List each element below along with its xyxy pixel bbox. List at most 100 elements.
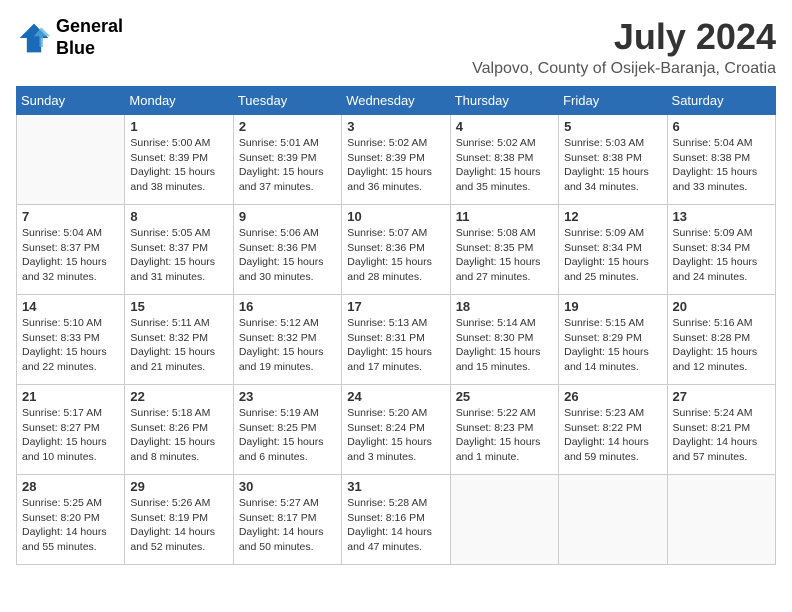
cell-info: Sunrise: 5:09 AMSunset: 8:34 PMDaylight:… bbox=[673, 226, 770, 285]
day-header-saturday: Saturday bbox=[667, 87, 775, 115]
calendar-cell: 12 Sunrise: 5:09 AMSunset: 8:34 PMDayligh… bbox=[559, 205, 667, 295]
cell-info: Sunrise: 5:10 AMSunset: 8:33 PMDaylight:… bbox=[22, 316, 119, 375]
calendar-cell: 26 Sunrise: 5:23 AMSunset: 8:22 PMDayligh… bbox=[559, 385, 667, 475]
cell-info: Sunrise: 5:27 AMSunset: 8:17 PMDaylight:… bbox=[239, 496, 336, 555]
day-number: 11 bbox=[456, 209, 553, 224]
cell-info: Sunrise: 5:20 AMSunset: 8:24 PMDaylight:… bbox=[347, 406, 444, 465]
day-header-thursday: Thursday bbox=[450, 87, 558, 115]
calendar-cell: 20Sunrise: 5:16 AMSunset: 8:28 PMDayligh… bbox=[667, 295, 775, 385]
day-number: 19 bbox=[564, 299, 661, 314]
calendar-cell: 23 Sunrise: 5:19 AMSunset: 8:25 PMDayligh… bbox=[233, 385, 341, 475]
logo-blue: Blue bbox=[56, 38, 123, 60]
cell-info: Sunrise: 5:23 AMSunset: 8:22 PMDaylight:… bbox=[564, 406, 661, 465]
calendar-cell: 1 Sunrise: 5:00 AMSunset: 8:39 PMDaylight… bbox=[125, 115, 233, 205]
cell-info: Sunrise: 5:03 AMSunset: 8:38 PMDaylight:… bbox=[564, 136, 661, 195]
day-number: 29 bbox=[130, 479, 227, 494]
cell-info: Sunrise: 5:02 AMSunset: 8:39 PMDaylight:… bbox=[347, 136, 444, 195]
day-number: 21 bbox=[22, 389, 119, 404]
day-number: 8 bbox=[130, 209, 227, 224]
calendar-cell: 4 Sunrise: 5:02 AMSunset: 8:38 PMDaylight… bbox=[450, 115, 558, 205]
day-number: 24 bbox=[347, 389, 444, 404]
title-area: July 2024 Valpovo, County of Osijek-Bara… bbox=[472, 16, 776, 78]
calendar-cell: 24 Sunrise: 5:20 AMSunset: 8:24 PMDayligh… bbox=[342, 385, 450, 475]
day-number: 25 bbox=[456, 389, 553, 404]
day-number: 9 bbox=[239, 209, 336, 224]
cell-info: Sunrise: 5:05 AMSunset: 8:37 PMDaylight:… bbox=[130, 226, 227, 285]
calendar-cell: 18 Sunrise: 5:14 AMSunset: 8:30 PMDayligh… bbox=[450, 295, 558, 385]
day-number: 18 bbox=[456, 299, 553, 314]
calendar-cell: 17 Sunrise: 5:13 AMSunset: 8:31 PMDayligh… bbox=[342, 295, 450, 385]
day-number: 16 bbox=[239, 299, 336, 314]
cell-info: Sunrise: 5:08 AMSunset: 8:35 PMDaylight:… bbox=[456, 226, 553, 285]
day-number: 4 bbox=[456, 119, 553, 134]
calendar-week-row: 7Sunrise: 5:04 AMSunset: 8:37 PMDaylight… bbox=[17, 205, 776, 295]
calendar-cell bbox=[559, 475, 667, 565]
calendar-cell: 16 Sunrise: 5:12 AMSunset: 8:32 PMDayligh… bbox=[233, 295, 341, 385]
calendar-cell: 3Sunrise: 5:02 AMSunset: 8:39 PMDaylight… bbox=[342, 115, 450, 205]
day-number: 10 bbox=[347, 209, 444, 224]
cell-info: Sunrise: 5:04 AMSunset: 8:38 PMDaylight:… bbox=[673, 136, 770, 195]
cell-info: Sunrise: 5:26 AMSunset: 8:19 PMDaylight:… bbox=[130, 496, 227, 555]
calendar-cell: 11 Sunrise: 5:08 AMSunset: 8:35 PMDayligh… bbox=[450, 205, 558, 295]
day-number: 5 bbox=[564, 119, 661, 134]
cell-info: Sunrise: 5:11 AMSunset: 8:32 PMDaylight:… bbox=[130, 316, 227, 375]
calendar-cell: 19 Sunrise: 5:15 AMSunset: 8:29 PMDayligh… bbox=[559, 295, 667, 385]
calendar-cell: 31 Sunrise: 5:28 AMSunset: 8:16 PMDayligh… bbox=[342, 475, 450, 565]
cell-info: Sunrise: 5:18 AMSunset: 8:26 PMDaylight:… bbox=[130, 406, 227, 465]
calendar-week-row: 14Sunrise: 5:10 AMSunset: 8:33 PMDayligh… bbox=[17, 295, 776, 385]
day-number: 7 bbox=[22, 209, 119, 224]
cell-info: Sunrise: 5:24 AMSunset: 8:21 PMDaylight:… bbox=[673, 406, 770, 465]
calendar-cell: 21 Sunrise: 5:17 AMSunset: 8:27 PMDayligh… bbox=[17, 385, 125, 475]
day-number: 1 bbox=[130, 119, 227, 134]
day-header-friday: Friday bbox=[559, 87, 667, 115]
cell-info: Sunrise: 5:19 AMSunset: 8:25 PMDaylight:… bbox=[239, 406, 336, 465]
calendar-cell: 6 Sunrise: 5:04 AMSunset: 8:38 PMDaylight… bbox=[667, 115, 775, 205]
cell-info: Sunrise: 5:09 AMSunset: 8:34 PMDaylight:… bbox=[564, 226, 661, 285]
calendar-cell: 8 Sunrise: 5:05 AMSunset: 8:37 PMDaylight… bbox=[125, 205, 233, 295]
cell-info: Sunrise: 5:13 AMSunset: 8:31 PMDaylight:… bbox=[347, 316, 444, 375]
calendar-cell: 28Sunrise: 5:25 AMSunset: 8:20 PMDayligh… bbox=[17, 475, 125, 565]
day-number: 17 bbox=[347, 299, 444, 314]
calendar-week-row: 28Sunrise: 5:25 AMSunset: 8:20 PMDayligh… bbox=[17, 475, 776, 565]
calendar-cell bbox=[450, 475, 558, 565]
calendar-week-row: 21 Sunrise: 5:17 AMSunset: 8:27 PMDayligh… bbox=[17, 385, 776, 475]
day-number: 27 bbox=[673, 389, 770, 404]
calendar-cell bbox=[667, 475, 775, 565]
day-number: 13 bbox=[673, 209, 770, 224]
calendar-cell: 9 Sunrise: 5:06 AMSunset: 8:36 PMDaylight… bbox=[233, 205, 341, 295]
calendar-header-row: SundayMondayTuesdayWednesdayThursdayFrid… bbox=[17, 87, 776, 115]
cell-info: Sunrise: 5:01 AMSunset: 8:39 PMDaylight:… bbox=[239, 136, 336, 195]
cell-info: Sunrise: 5:14 AMSunset: 8:30 PMDaylight:… bbox=[456, 316, 553, 375]
day-header-sunday: Sunday bbox=[17, 87, 125, 115]
cell-info: Sunrise: 5:02 AMSunset: 8:38 PMDaylight:… bbox=[456, 136, 553, 195]
calendar-cell: 30Sunrise: 5:27 AMSunset: 8:17 PMDayligh… bbox=[233, 475, 341, 565]
day-number: 23 bbox=[239, 389, 336, 404]
day-number: 6 bbox=[673, 119, 770, 134]
calendar-cell: 25Sunrise: 5:22 AMSunset: 8:23 PMDayligh… bbox=[450, 385, 558, 475]
cell-info: Sunrise: 5:28 AMSunset: 8:16 PMDaylight:… bbox=[347, 496, 444, 555]
cell-info: Sunrise: 5:16 AMSunset: 8:28 PMDaylight:… bbox=[673, 316, 770, 375]
day-number: 26 bbox=[564, 389, 661, 404]
calendar-cell: 5 Sunrise: 5:03 AMSunset: 8:38 PMDaylight… bbox=[559, 115, 667, 205]
calendar-cell bbox=[17, 115, 125, 205]
calendar-cell: 7Sunrise: 5:04 AMSunset: 8:37 PMDaylight… bbox=[17, 205, 125, 295]
day-number: 31 bbox=[347, 479, 444, 494]
day-number: 12 bbox=[564, 209, 661, 224]
location-text: Valpovo, County of Osijek-Baranja, Croat… bbox=[472, 60, 776, 78]
logo: General Blue bbox=[16, 16, 123, 59]
cell-info: Sunrise: 5:15 AMSunset: 8:29 PMDaylight:… bbox=[564, 316, 661, 375]
calendar-cell: 2 Sunrise: 5:01 AMSunset: 8:39 PMDaylight… bbox=[233, 115, 341, 205]
calendar-cell: 15 Sunrise: 5:11 AMSunset: 8:32 PMDayligh… bbox=[125, 295, 233, 385]
day-number: 22 bbox=[130, 389, 227, 404]
cell-info: Sunrise: 5:12 AMSunset: 8:32 PMDaylight:… bbox=[239, 316, 336, 375]
day-number: 2 bbox=[239, 119, 336, 134]
day-header-monday: Monday bbox=[125, 87, 233, 115]
cell-info: Sunrise: 5:06 AMSunset: 8:36 PMDaylight:… bbox=[239, 226, 336, 285]
day-header-tuesday: Tuesday bbox=[233, 87, 341, 115]
cell-info: Sunrise: 5:00 AMSunset: 8:39 PMDaylight:… bbox=[130, 136, 227, 195]
cell-info: Sunrise: 5:17 AMSunset: 8:27 PMDaylight:… bbox=[22, 406, 119, 465]
logo-general: General bbox=[56, 16, 123, 38]
day-number: 15 bbox=[130, 299, 227, 314]
calendar-week-row: 1 Sunrise: 5:00 AMSunset: 8:39 PMDaylight… bbox=[17, 115, 776, 205]
cell-info: Sunrise: 5:25 AMSunset: 8:20 PMDaylight:… bbox=[22, 496, 119, 555]
